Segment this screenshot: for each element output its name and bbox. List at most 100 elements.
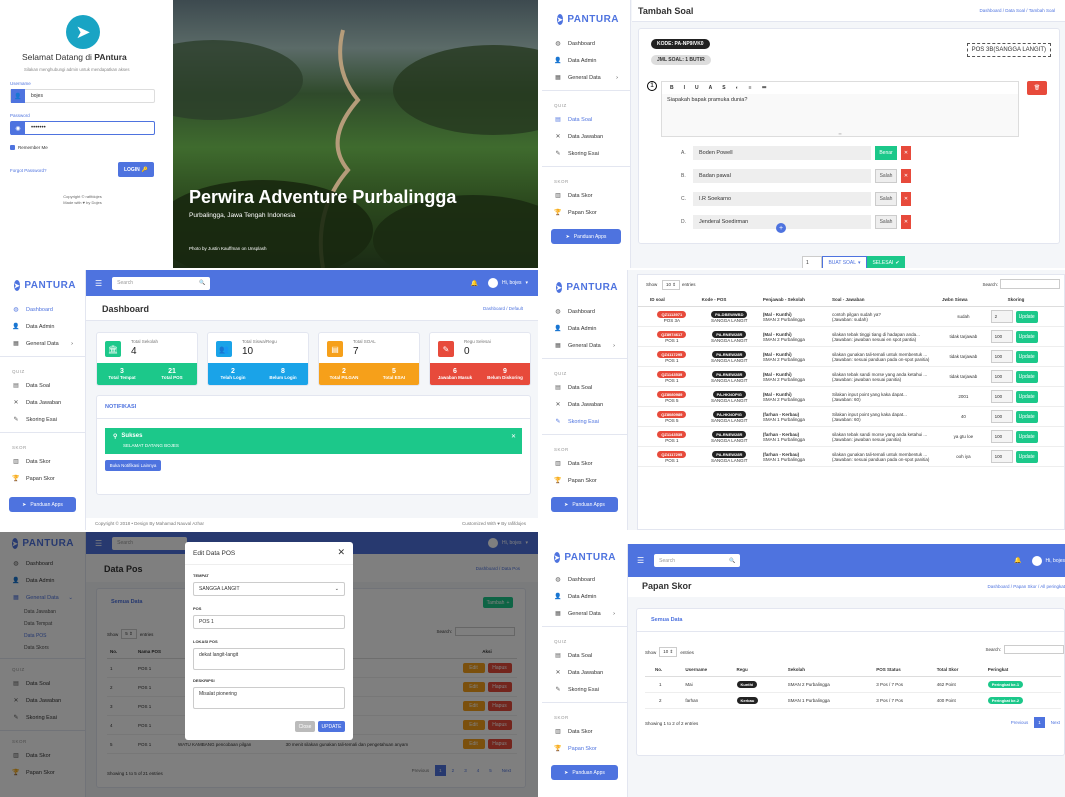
option-remove-button[interactable]: ✕ <box>901 168 911 183</box>
close-icon[interactable]: ✕ <box>511 433 516 440</box>
close-button[interactable]: Close <box>295 721 315 732</box>
col-peringkat[interactable]: Peringkat <box>984 663 1061 677</box>
ordered-list-icon[interactable]: ≔ <box>762 85 767 91</box>
search-input[interactable]: Search 🔍 <box>112 276 211 290</box>
entries-select[interactable]: 10 ⇕ <box>659 647 678 657</box>
update-button[interactable]: Update <box>1015 411 1038 423</box>
breadcrumb[interactable]: Dashboard / Papan Skor / All peringkat <box>987 584 1065 589</box>
option-input[interactable]: Boden Powell <box>693 145 871 160</box>
menu-icon[interactable]: ☰ <box>637 556 644 565</box>
col-id[interactable]: ID soal <box>638 293 699 307</box>
skor-input[interactable]: 100 <box>990 390 1013 403</box>
soal-id-badge[interactable]: QZ4117295 <box>657 350 687 358</box>
font-icon[interactable]: A <box>709 85 713 91</box>
brand-logo[interactable]: ➤PANTURA <box>542 270 627 303</box>
option-input[interactable]: Badan pawal <box>693 168 871 183</box>
entries-select[interactable]: 10 ⇕ <box>662 280 681 290</box>
sidebar-item-skoring-esai[interactable]: ✎ Skoring Esai <box>0 411 85 428</box>
update-button[interactable]: Update <box>1015 351 1038 363</box>
brand-logo[interactable]: ➤PANTURA <box>542 0 630 35</box>
skor-input[interactable]: 100 <box>990 330 1013 343</box>
password-field[interactable]: ◉ ••••••• <box>10 121 155 135</box>
bell-icon[interactable]: 🔔 <box>1014 557 1021 564</box>
selesai-button[interactable]: SELESAI ✔ <box>867 256 905 268</box>
skor-input[interactable]: 2 <box>990 310 1013 323</box>
sidebar-item-data-soal[interactable]: ▤ Data Soal <box>0 377 85 394</box>
sidebar-item-data-jawaban[interactable]: ✕ Data Jawaban <box>542 664 627 681</box>
option-input[interactable]: I.R Soekarno <box>693 191 871 206</box>
search-input[interactable] <box>1004 645 1064 654</box>
option-correct-toggle[interactable]: Salah <box>875 214 897 229</box>
sidebar-item-data-soal[interactable]: ▤ Data Soal <box>542 379 627 396</box>
soal-id-badge[interactable]: QZ1143539 <box>657 430 687 438</box>
sidebar-item-papan-skor[interactable]: 🏆 Papan Skor <box>542 204 630 221</box>
option-correct-toggle[interactable]: Benar <box>875 145 897 160</box>
bold-icon[interactable]: B <box>670 85 674 91</box>
sidebar-item-skoring-esai[interactable]: ✎ Skoring Esai <box>542 145 630 162</box>
add-option-icon[interactable]: + <box>776 223 786 233</box>
sidebar-item-data-jawaban[interactable]: ✕ Data Jawaban <box>542 128 630 145</box>
resize-handle-icon[interactable]: ═ <box>662 131 1018 136</box>
sidebar-item-dashboard[interactable]: ◍ Dashboard <box>542 303 627 320</box>
search-input[interactable]: Search 🔍 <box>654 554 741 567</box>
login-button[interactable]: LOGIN 🔑 <box>118 162 154 177</box>
guide-button[interactable]: ➤ Panduan Apps <box>551 229 621 244</box>
option-correct-toggle[interactable]: Salah <box>875 168 897 183</box>
search-icon[interactable]: 🔍 <box>729 558 735 564</box>
user-menu[interactable]: Hi, bojes <box>1031 555 1065 566</box>
col-total-skor[interactable]: Total Skor <box>933 663 985 677</box>
lokasi-textarea[interactable]: dekat langit-langit <box>193 648 345 670</box>
sidebar-item-papan-skor[interactable]: 🏆 Papan Skor <box>542 472 627 489</box>
option-remove-button[interactable]: ✕ <box>901 191 911 206</box>
sidebar-item-general-data[interactable]: ▦ General Data › <box>542 337 627 354</box>
user-menu[interactable]: Hi, bojes▾ <box>488 278 528 288</box>
sidebar-item-data-admin[interactable]: 👤 Data Admin <box>542 52 630 69</box>
prev-page[interactable]: Previous <box>1007 717 1033 728</box>
update-button[interactable]: Update <box>1015 451 1038 463</box>
sidebar-item-data-admin[interactable]: 👤 Data Admin <box>542 588 627 605</box>
soal-id-badge[interactable]: QZ8080989 <box>657 390 687 398</box>
pos-field[interactable]: POS 1 <box>193 615 345 629</box>
col-sekolah[interactable]: Sekolah <box>784 663 874 677</box>
remember-checkbox[interactable]: Remember Me <box>10 145 48 150</box>
sidebar-item-papan-skor[interactable]: 🏆 Papan Skor <box>542 740 627 757</box>
sidebar-item-data-soal[interactable]: ▤ Data Soal <box>542 111 630 128</box>
forgot-password-link[interactable]: Forgot Password? <box>10 168 47 173</box>
close-icon[interactable]: ✕ <box>337 547 345 558</box>
deskripsi-textarea[interactable]: Misalat pionering <box>193 687 345 709</box>
checkbox-icon[interactable] <box>10 145 15 150</box>
menu-icon[interactable]: ☰ <box>95 279 102 288</box>
sidebar-item-skoring-esai[interactable]: ✎ Skoring Esai <box>542 681 627 698</box>
more-notifications-button[interactable]: Buka Notifikasi Lainnya <box>105 460 161 471</box>
update-button[interactable]: Update <box>1015 431 1038 443</box>
soal-count-input[interactable]: 1 <box>802 256 822 268</box>
sidebar-item-data-jawaban[interactable]: ✕ Data Jawaban <box>0 394 85 411</box>
page-1[interactable]: 1 <box>1034 717 1045 728</box>
sidebar-item-dashboard[interactable]: ◍ Dashboard <box>542 571 627 588</box>
sidebar-item-papan-skor[interactable]: 🏆 Papan Skor <box>0 470 85 487</box>
strike-icon[interactable]: S <box>722 85 725 91</box>
italic-icon[interactable]: I <box>684 85 685 91</box>
col-soal[interactable]: Soal - Jawaban <box>829 293 940 307</box>
list-icon[interactable]: ≡ <box>749 85 752 91</box>
delete-question-button[interactable]: 🗑 <box>1027 81 1047 95</box>
search-icon[interactable]: 🔍 <box>199 280 205 286</box>
sidebar-item-general-data[interactable]: ▦ General Data › <box>542 605 627 622</box>
option-remove-button[interactable]: ✕ <box>901 214 911 229</box>
brand-logo[interactable]: ➤PANTURA <box>0 270 85 301</box>
sidebar-item-dashboard[interactable]: ◍ Dashboard <box>542 35 630 52</box>
update-button[interactable]: Update <box>1015 331 1038 343</box>
col-jawaban-siswa[interactable]: Jwbn Siswa <box>939 293 988 307</box>
col-username[interactable]: Username <box>682 663 734 677</box>
eye-icon[interactable]: ◉ <box>11 121 25 135</box>
update-button[interactable]: Update <box>1015 391 1038 403</box>
guide-button[interactable]: ➤ Panduan Apps <box>9 497 76 512</box>
sidebar-item-data-skor[interactable]: ▥ Data Skor <box>0 453 85 470</box>
tempat-select[interactable]: SANGGA LANGIT ⌄ <box>193 582 345 596</box>
col-regu[interactable]: Regu <box>733 663 785 677</box>
search-input[interactable] <box>1000 279 1060 289</box>
breadcrumb[interactable]: Dashboard / Default <box>483 306 523 311</box>
username-field[interactable]: 👤 bojes <box>10 89 155 103</box>
next-page[interactable]: Next <box>1047 717 1064 728</box>
underline-icon[interactable]: U <box>695 85 699 91</box>
